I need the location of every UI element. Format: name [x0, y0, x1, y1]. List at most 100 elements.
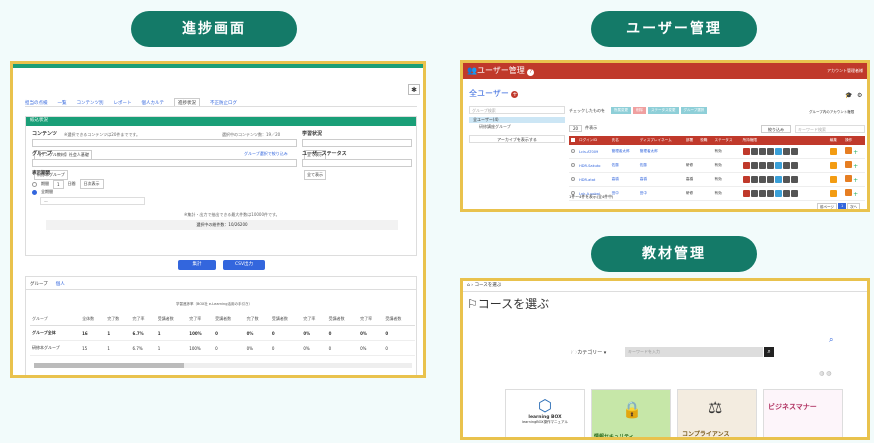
permission-icon[interactable]: [790, 189, 798, 197]
view-toggle-icon[interactable]: ◍ ◍: [819, 371, 831, 377]
pager-prev[interactable]: 前ページ: [817, 203, 837, 209]
permission-icon[interactable]: [758, 175, 766, 183]
permission-icon[interactable]: [782, 147, 790, 155]
permission-icon[interactable]: [782, 175, 790, 183]
radio-period[interactable]: [32, 181, 37, 187]
users-cell[interactable]: HDR-Sakuto: [577, 159, 610, 173]
users-cell[interactable]: 高橋: [610, 173, 638, 187]
course-card-security[interactable]: 🔒 情報セキュリティ: [591, 389, 671, 437]
csv-export-button[interactable]: CSV出力: [223, 260, 265, 270]
course-card-compliance[interactable]: ⚖ コンプライアンス: [677, 389, 757, 437]
delete-icon[interactable]: [845, 147, 853, 154]
permission-icon[interactable]: [742, 189, 750, 197]
permission-icon[interactable]: [758, 161, 766, 169]
permission-icon[interactable]: [742, 175, 750, 183]
permission-icon[interactable]: [742, 147, 750, 155]
period-number[interactable]: 1: [53, 179, 64, 189]
edit-button[interactable]: [829, 189, 837, 197]
row-checkbox[interactable]: [569, 145, 577, 159]
add-icon[interactable]: +: [853, 177, 858, 184]
permission-icon[interactable]: [750, 175, 758, 183]
search-icon[interactable]: ⌕: [829, 336, 833, 344]
permission-icon[interactable]: [766, 161, 774, 169]
delete-button[interactable]: 削除: [633, 107, 646, 114]
permission-icon[interactable]: [790, 147, 798, 155]
users-row[interactable]: HDR-atat 高橋 高橋 高橋 有効 +: [569, 173, 865, 187]
group-select-button[interactable]: グループ選択: [680, 107, 708, 114]
users-cell[interactable]: 田中: [610, 187, 638, 201]
permission-icon[interactable]: [774, 147, 782, 155]
user-status-select[interactable]: 全て表示: [302, 159, 412, 180]
mortarboard-icon[interactable]: 🎓: [845, 93, 852, 99]
keyword-input[interactable]: キーワードを入力: [625, 347, 763, 357]
period-display-select[interactable]: 日次表示: [79, 179, 104, 189]
row-checkbox[interactable]: [569, 173, 577, 187]
gear-icon[interactable]: ⚙: [857, 93, 862, 99]
tree-item-group[interactable]: 研修講座グループ: [479, 125, 511, 129]
permission-icon[interactable]: [742, 161, 750, 169]
pager-page-1[interactable]: 1: [837, 203, 847, 209]
users-cell[interactable]: 田中: [638, 187, 684, 201]
keyword-search-input[interactable]: キーワード検索: [795, 125, 865, 133]
permission-icon[interactable]: [766, 189, 774, 197]
status-change-button[interactable]: ステータス変更: [648, 107, 679, 114]
permission-icon[interactable]: [790, 161, 798, 169]
course-card-learningbox[interactable]: ⬡ learning BOX learningBOX操作マニュアル: [505, 389, 585, 437]
users-cell[interactable]: HDR-atat: [577, 173, 610, 187]
add-icon[interactable]: +: [853, 191, 858, 198]
add-icon[interactable]: +: [853, 163, 858, 170]
users-cell[interactable]: 高橋: [638, 173, 684, 187]
users-row[interactable]: Lnk-A yobai 田中 田中 研修 有効 +: [569, 187, 865, 201]
add-user-button[interactable]: +: [511, 91, 519, 98]
permission-icon[interactable]: [774, 175, 782, 183]
edit-button[interactable]: [829, 175, 837, 183]
tree-item-all[interactable]: 全ユーザー(4): [469, 117, 565, 123]
select-all-checkbox[interactable]: [569, 136, 577, 145]
edit-button[interactable]: [829, 147, 837, 155]
tab-individual[interactable]: 個人: [56, 281, 65, 287]
edit-button[interactable]: [829, 161, 837, 169]
users-row[interactable]: HDR-Sakuto 佐藤 佐藤 研修 有効 +: [569, 159, 865, 173]
delete-icon[interactable]: [845, 175, 853, 182]
group-filter-link[interactable]: グループ選択で絞り込み: [244, 152, 288, 156]
permission-icon[interactable]: [750, 189, 758, 197]
users-cell[interactable]: 佐藤: [638, 159, 684, 173]
tab-group[interactable]: グループ: [30, 281, 48, 287]
permission-icon[interactable]: [758, 147, 766, 155]
home-icon[interactable]: ⌂: [467, 283, 470, 288]
course-card-manner[interactable]: ビジネスマナー: [763, 389, 843, 437]
users-cell[interactable]: Lcis-AT009: [577, 145, 610, 159]
filter-button[interactable]: 絞り込み: [761, 125, 791, 133]
add-icon[interactable]: +: [853, 149, 858, 156]
archive-button[interactable]: アーカイブを表示する: [469, 135, 565, 143]
permission-icon[interactable]: [766, 147, 774, 155]
delete-icon[interactable]: [845, 161, 853, 168]
group-search-input[interactable]: グループ検索: [469, 106, 565, 114]
study-select[interactable]: 全て表示: [302, 139, 412, 160]
permission-icon[interactable]: [774, 189, 782, 197]
users-row[interactable]: Lcis-AT009 管理者太郎 管理者太郎 有効 +: [569, 145, 865, 159]
pager-next[interactable]: 次へ: [847, 203, 861, 209]
row-checkbox[interactable]: [569, 159, 577, 173]
radio-all[interactable]: [32, 189, 37, 195]
aggregate-button[interactable]: 集計: [178, 260, 216, 270]
permission-icon[interactable]: [782, 161, 790, 169]
account-menu[interactable]: アカウント管理者様: [827, 69, 863, 73]
group-select[interactable]: 研修本グループ: [32, 159, 297, 180]
delete-icon[interactable]: [845, 189, 853, 196]
date-range[interactable]: 〜: [40, 197, 145, 205]
users-cell[interactable]: 管理者太郎: [638, 145, 684, 159]
permission-icon[interactable]: [766, 175, 774, 183]
category-dropdown[interactable]: 🗁カテゴリー ▾: [571, 351, 606, 356]
permission-icon[interactable]: [790, 175, 798, 183]
users-cell[interactable]: 管理者太郎: [610, 145, 638, 159]
users-cell[interactable]: 佐藤: [610, 159, 638, 173]
permission-icon[interactable]: [750, 147, 758, 155]
horizontal-scrollbar[interactable]: [34, 363, 412, 368]
permission-icon[interactable]: [758, 189, 766, 197]
per-page-select[interactable]: 20: [569, 125, 583, 132]
content-select[interactable]: 【サンプル教材】社会人基礎: [32, 139, 297, 160]
change-affiliation-button[interactable]: 所属変更: [611, 107, 631, 114]
settings-button[interactable]: ✱: [408, 84, 420, 95]
keyword-search-button[interactable]: ⌕: [764, 347, 774, 357]
